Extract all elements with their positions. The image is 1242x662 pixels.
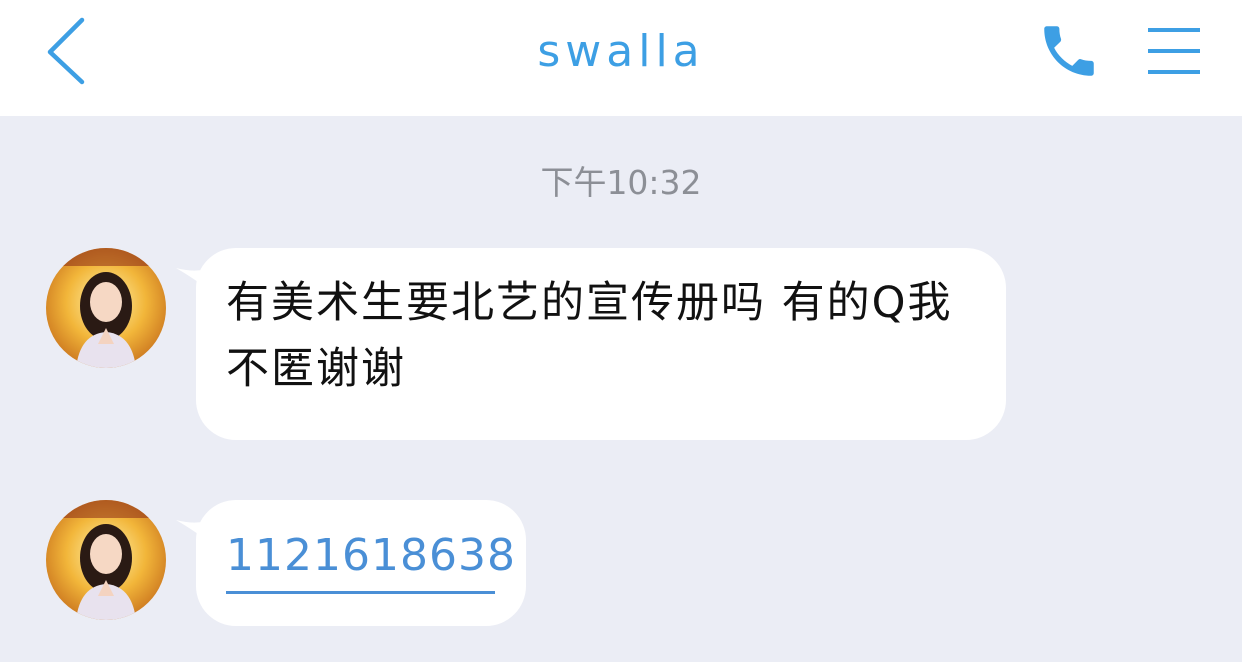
avatar-image (46, 500, 166, 620)
message-text: 有美术生要北艺的宣传册吗 有的Q我 不匿谢谢 (226, 278, 953, 394)
message-timestamp: 下午10:32 (540, 163, 702, 202)
chat-header: swalla (0, 0, 1242, 116)
link-underline (226, 591, 495, 594)
avatar[interactable] (46, 248, 166, 368)
avatar-image (46, 248, 166, 368)
avatar[interactable] (46, 500, 166, 620)
menu-button[interactable] (1146, 26, 1202, 76)
hamburger-menu-icon (1148, 28, 1200, 74)
phone-number-link[interactable]: 1121618638 (226, 530, 516, 581)
phone-icon (1044, 26, 1094, 76)
call-button[interactable] (1036, 18, 1102, 84)
